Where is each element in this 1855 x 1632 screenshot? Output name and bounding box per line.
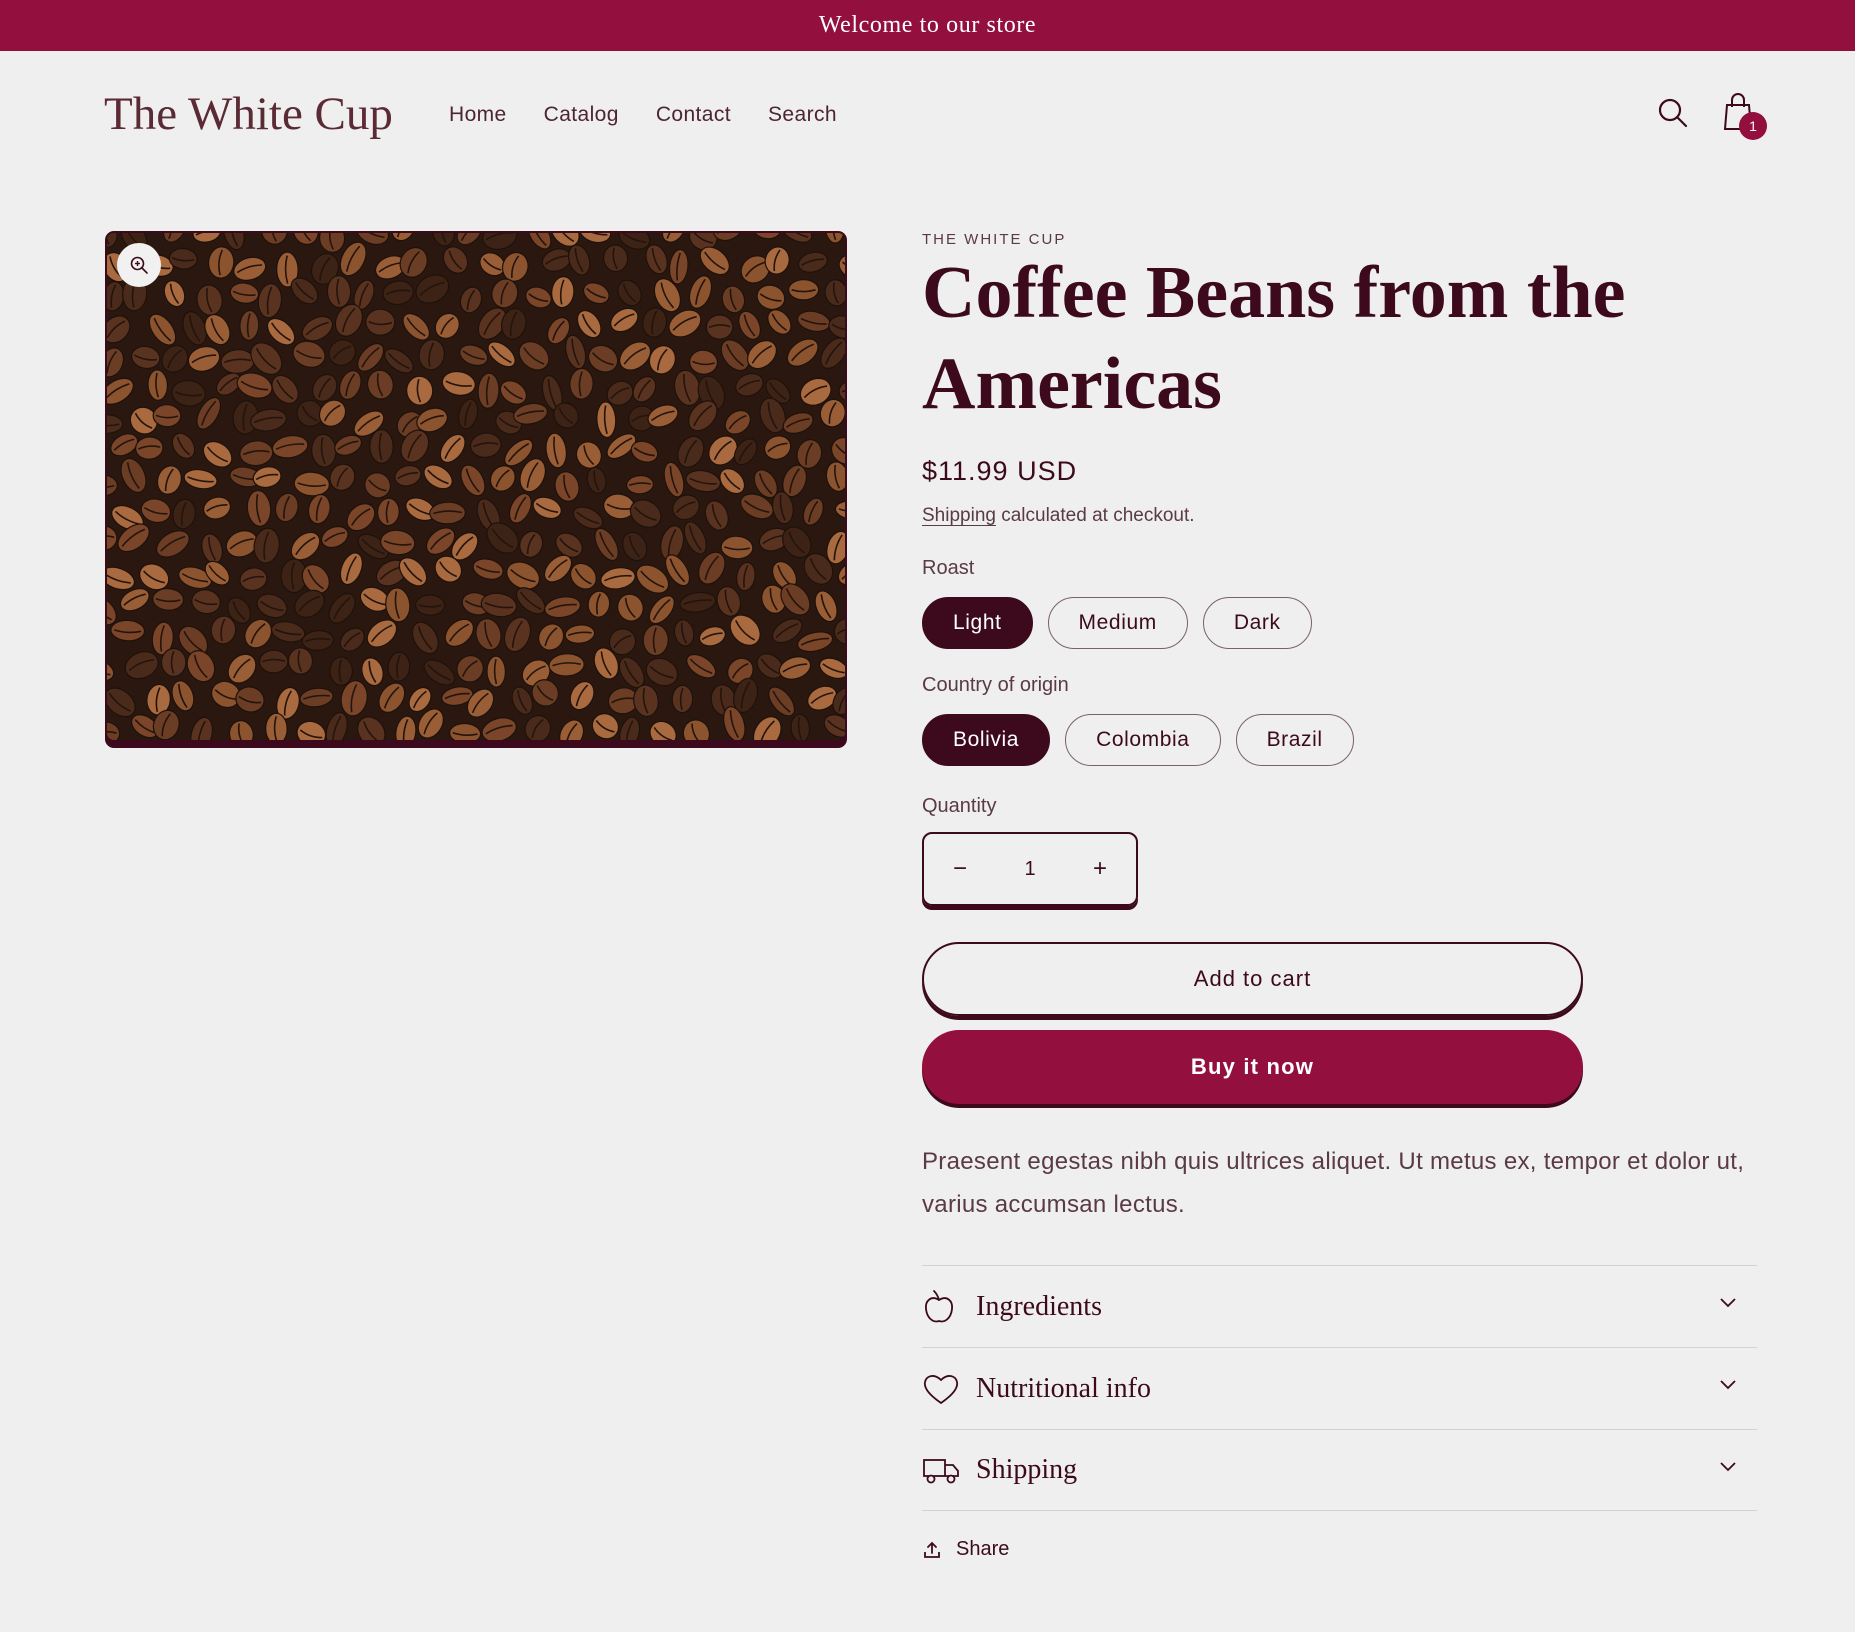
product-accordion: Ingredients Nutritional info Shipping [922, 1265, 1757, 1511]
cart-button[interactable]: 1 [1719, 89, 1769, 140]
nav-home[interactable]: Home [449, 103, 507, 127]
add-to-cart-button[interactable]: Add to cart [922, 942, 1583, 1016]
zoom-button[interactable] [117, 243, 161, 287]
search-icon[interactable] [1655, 95, 1691, 131]
share-icon [924, 1541, 940, 1558]
cart-count-badge: 1 [1739, 112, 1767, 140]
shipping-note: Shipping calculated at checkout. [922, 505, 1195, 527]
shipping-link[interactable]: Shipping [922, 505, 996, 526]
roast-label: Roast [922, 557, 975, 579]
share-button[interactable]: Share [922, 1538, 1009, 1561]
heart-icon [922, 1369, 962, 1409]
accordion-nutritional-info-label: Nutritional info [976, 1372, 1151, 1404]
store-logo[interactable]: The White Cup [104, 87, 393, 141]
coffee-beans-photo [107, 233, 845, 740]
product-title: Coffee Beans from the Americas [922, 252, 1626, 425]
origin-option-colombia[interactable]: Colombia [1065, 714, 1221, 766]
announcement-bar: Welcome to our store [0, 0, 1855, 51]
accordion-ingredients[interactable]: Ingredients [922, 1265, 1757, 1347]
roast-options: Light Medium Dark [922, 597, 1327, 649]
chevron-down-icon [1720, 1380, 1736, 1390]
chevron-down-icon [1720, 1298, 1736, 1308]
product-image[interactable] [105, 231, 847, 742]
roast-option-dark[interactable]: Dark [1202, 597, 1312, 649]
origin-option-brazil[interactable]: Brazil [1235, 714, 1354, 766]
origin-option-bolivia[interactable]: Bolivia [922, 714, 1051, 766]
quantity-input[interactable]: 1 [1024, 858, 1035, 881]
share-label: Share [956, 1538, 1010, 1560]
site-header: The White Cup Home Catalog Contact Searc… [0, 51, 1855, 179]
quantity-increase-button[interactable]: + [1080, 849, 1120, 889]
truck-icon [922, 1450, 962, 1490]
buy-now-button[interactable]: Buy it now [922, 1030, 1583, 1104]
accordion-nutritional-info[interactable]: Nutritional info [922, 1347, 1757, 1429]
zoom-in-icon [130, 256, 148, 274]
quantity-stepper: − 1 + [922, 832, 1138, 906]
nav-contact[interactable]: Contact [656, 103, 731, 127]
apple-icon [922, 1287, 962, 1327]
roast-option-medium[interactable]: Medium [1047, 597, 1188, 649]
nav-catalog[interactable]: Catalog [544, 103, 619, 127]
accordion-shipping[interactable]: Shipping [922, 1429, 1757, 1511]
product-description: Praesent egestas nibh quis ultrices aliq… [922, 1148, 1745, 1218]
quantity-decrease-button[interactable]: − [940, 849, 980, 889]
product-price: $11.99 USD [922, 456, 1078, 486]
nav-search[interactable]: Search [768, 103, 837, 127]
origin-label: Country of origin [922, 674, 1069, 696]
shipping-note-text: calculated at checkout. [995, 505, 1195, 526]
accordion-ingredients-label: Ingredients [976, 1290, 1102, 1322]
origin-options: Bolivia Colombia Brazil [922, 714, 1369, 766]
announcement-text: Welcome to our store [818, 12, 1037, 38]
chevron-down-icon [1720, 1462, 1736, 1472]
product-vendor: THE WHITE CUP [922, 231, 1067, 248]
quantity-label: Quantity [922, 795, 997, 817]
accordion-shipping-label: Shipping [976, 1454, 1078, 1485]
main-nav: Home Catalog Contact Search [449, 103, 874, 127]
roast-option-light[interactable]: Light [922, 597, 1033, 649]
